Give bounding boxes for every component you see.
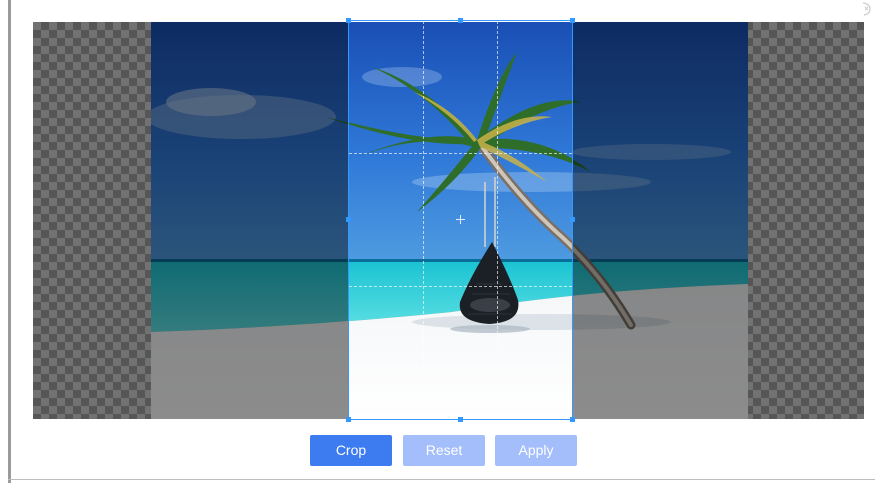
crop-guide-horizontal <box>349 153 572 154</box>
apply-button[interactable]: Apply <box>495 435 577 466</box>
resize-handle-w[interactable] <box>346 217 351 222</box>
crop-preview <box>349 21 572 419</box>
image-cropper-dialog: Crop Reset Apply <box>0 0 875 483</box>
resize-handle-n[interactable] <box>458 18 463 23</box>
window-border <box>8 0 11 483</box>
resize-handle-ne[interactable] <box>570 18 575 23</box>
window-border-bottom <box>8 479 875 480</box>
resize-handle-e[interactable] <box>570 217 575 222</box>
crop-guide-vertical <box>423 21 424 419</box>
resize-handle-sw[interactable] <box>346 417 351 422</box>
crop-box[interactable] <box>346 18 575 422</box>
reset-button[interactable]: Reset <box>403 435 485 466</box>
crop-guide-vertical <box>497 21 498 419</box>
crosshair-icon <box>456 215 465 224</box>
resize-handle-nw[interactable] <box>346 18 351 23</box>
crop-guide-horizontal <box>349 286 572 287</box>
resize-handle-se[interactable] <box>570 417 575 422</box>
close-icon[interactable] <box>860 2 872 16</box>
crop-button[interactable]: Crop <box>310 435 392 466</box>
resize-handle-s[interactable] <box>458 417 463 422</box>
